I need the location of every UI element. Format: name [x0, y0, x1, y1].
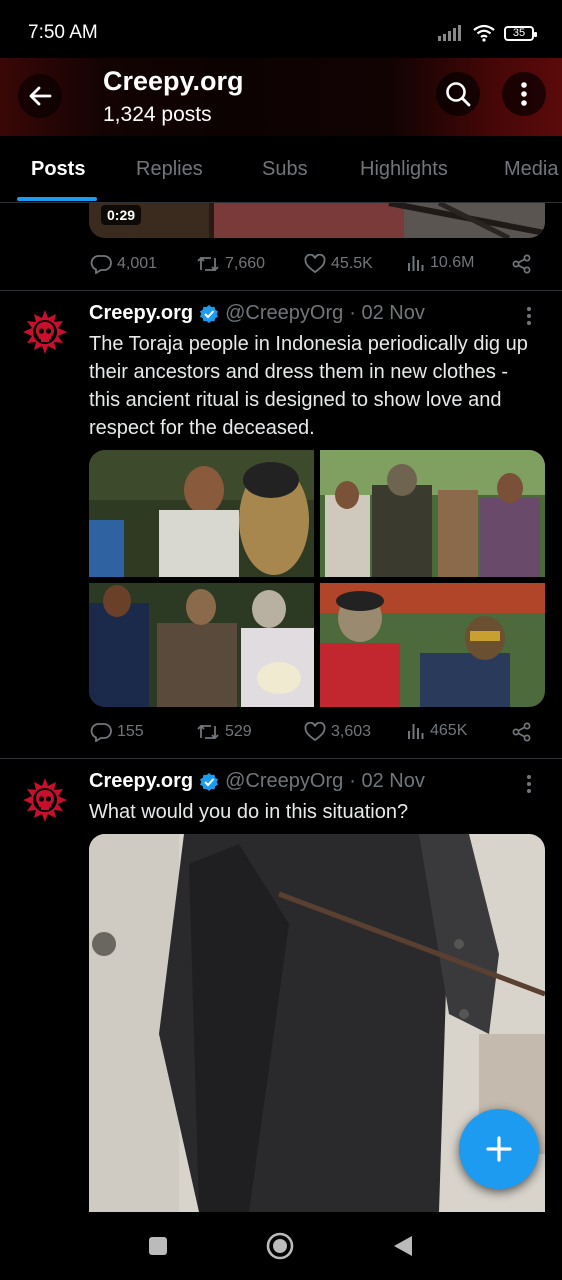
more-vertical-icon	[527, 775, 531, 793]
compose-plus-icon	[486, 1136, 512, 1162]
post-image[interactable]	[320, 583, 545, 707]
reply-button[interactable]: 4,001	[90, 254, 157, 274]
nav-home-button[interactable]	[266, 1232, 294, 1265]
repost-icon	[197, 256, 219, 272]
tab-highlights[interactable]: Highlights	[360, 158, 448, 181]
back-button[interactable]	[18, 74, 62, 118]
skull-logo-icon	[23, 310, 67, 354]
post-author-row: Creepy.org @CreepyOrg · 02 Nov	[89, 770, 425, 793]
nav-recents-button[interactable]	[148, 1236, 168, 1261]
post-divider	[0, 290, 562, 291]
post-author-row: Creepy.org @CreepyOrg · 02 Nov	[89, 302, 425, 325]
status-time: 7:50 AM	[28, 22, 98, 43]
skull-logo-icon	[23, 778, 67, 822]
share-button[interactable]	[512, 254, 532, 274]
views-icon	[408, 256, 424, 271]
nav-square-icon	[149, 1237, 167, 1255]
tab-posts[interactable]: Posts	[31, 158, 85, 181]
author-handle[interactable]: @CreepyOrg	[225, 302, 343, 325]
post-text: What would you do in this situation?	[89, 801, 409, 823]
post-image[interactable]	[89, 450, 314, 577]
post-date: · 02 Nov	[349, 770, 425, 792]
image-toraja-4	[320, 583, 545, 707]
post-text: The Toraja people in Indonesia periodica…	[89, 333, 528, 439]
like-button[interactable]: 45.5K	[304, 254, 373, 274]
author-handle[interactable]: @CreepyOrg	[225, 770, 343, 793]
repost-icon	[197, 724, 219, 740]
post-image[interactable]	[89, 583, 314, 707]
reply-icon	[90, 723, 112, 742]
like-icon	[304, 722, 326, 742]
status-bar: 7:50 AM 35	[0, 0, 562, 58]
post-image-grid[interactable]	[89, 450, 545, 707]
compose-button[interactable]	[459, 1109, 539, 1189]
share-icon	[512, 722, 531, 742]
back-arrow-icon	[29, 86, 52, 106]
avatar[interactable]	[21, 308, 69, 356]
reply-count: 155	[117, 723, 144, 740]
repost-count: 7,660	[225, 255, 266, 272]
share-icon	[512, 254, 531, 274]
author-name[interactable]: Creepy.org	[89, 302, 193, 325]
tab-subs[interactable]: Subs	[262, 158, 308, 181]
post-more-button[interactable]	[526, 774, 532, 800]
nav-circle-icon	[266, 1232, 294, 1260]
nav-triangle-icon	[394, 1236, 412, 1256]
reply-count: 4,001	[117, 255, 158, 272]
more-vertical-icon	[527, 307, 531, 325]
like-icon	[304, 254, 326, 274]
views-count: 465K	[430, 722, 468, 739]
signal-icon	[438, 25, 461, 41]
views-button[interactable]: 10.6M	[407, 254, 474, 272]
battery-icon: 35	[504, 25, 537, 41]
tab-media[interactable]: Media	[504, 158, 558, 181]
repost-button[interactable]: 7,660	[196, 254, 265, 274]
post-count: 1,324 posts	[103, 103, 212, 126]
avatar[interactable]	[21, 776, 69, 824]
profile-title: Creepy.org	[103, 66, 244, 96]
system-nav-bar	[0, 1212, 562, 1280]
verified-icon	[200, 772, 219, 791]
more-vertical-icon	[521, 82, 527, 106]
author-name[interactable]: Creepy.org	[89, 770, 193, 793]
status-icons: 35	[438, 22, 537, 44]
like-button[interactable]: 3,603	[304, 722, 371, 742]
active-tab-indicator	[17, 197, 97, 201]
video-thumbnail[interactable]: 0:29	[89, 203, 545, 238]
repost-button[interactable]: 529	[196, 722, 252, 742]
share-button[interactable]	[512, 722, 532, 742]
wifi-icon	[473, 24, 495, 42]
verified-icon	[200, 304, 219, 323]
reply-icon	[90, 255, 112, 274]
views-button[interactable]: 465K	[407, 722, 467, 740]
search-button[interactable]	[436, 72, 480, 116]
tab-replies[interactable]: Replies	[136, 158, 203, 181]
image-toraja-3	[89, 583, 314, 707]
post-divider	[0, 758, 562, 759]
video-frame	[89, 203, 545, 238]
nav-back-button[interactable]	[392, 1234, 414, 1263]
post-more-button[interactable]	[526, 306, 532, 332]
views-icon	[408, 724, 424, 739]
post-image[interactable]	[320, 450, 545, 577]
repost-count: 529	[225, 723, 252, 740]
search-icon	[446, 82, 471, 107]
like-count: 3,603	[331, 723, 372, 740]
reply-button[interactable]: 155	[90, 722, 144, 742]
image-toraja-1	[89, 450, 314, 577]
like-count: 45.5K	[331, 255, 373, 272]
post-date: · 02 Nov	[349, 302, 425, 324]
image-toraja-2	[320, 450, 545, 577]
views-count: 10.6M	[430, 254, 475, 271]
video-duration: 0:29	[101, 205, 142, 225]
more-options-button[interactable]	[502, 72, 546, 116]
